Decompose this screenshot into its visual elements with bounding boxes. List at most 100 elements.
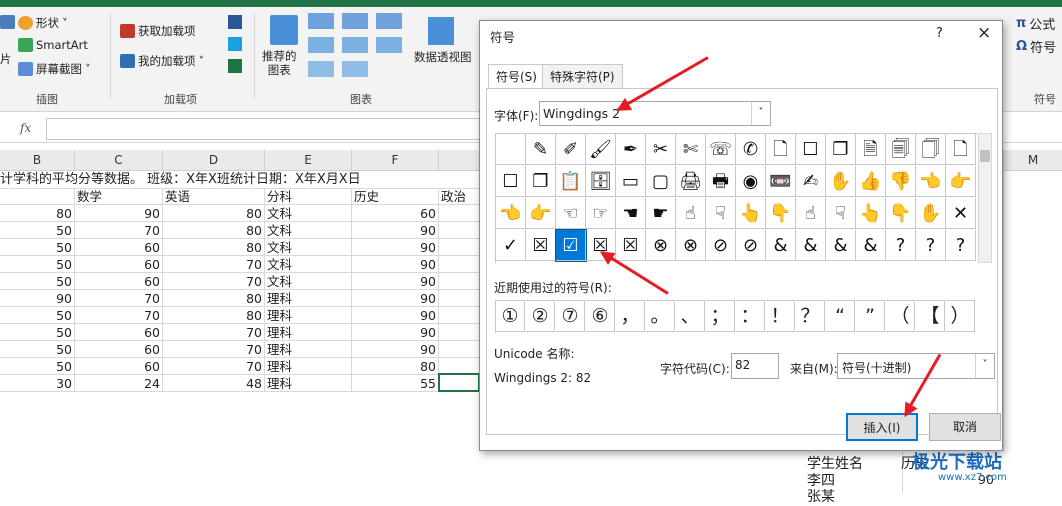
symbol-cell[interactable]: & <box>796 230 826 261</box>
symbol-cell[interactable]: ✂ <box>646 134 676 165</box>
recent-symbol[interactable]: ⑥ <box>586 300 615 332</box>
symbol-cell[interactable]: ✒ <box>616 134 646 165</box>
table-cell[interactable]: 80 <box>163 205 265 222</box>
symbol-cell[interactable]: ☜ <box>556 198 586 229</box>
column-header-b[interactable]: B <box>0 150 75 171</box>
symbol-cell[interactable]: 👍 <box>856 166 886 197</box>
symbol-cell[interactable] <box>496 134 526 165</box>
scatter-chart-icon[interactable] <box>342 61 368 77</box>
table-cell[interactable] <box>439 307 480 324</box>
table-cell[interactable] <box>439 205 480 222</box>
header-cell[interactable]: 英语 <box>163 188 265 205</box>
table-cell[interactable]: 50 <box>0 222 75 239</box>
table-cell[interactable]: 50 <box>0 307 75 324</box>
symbol-cell[interactable]: ▢ <box>646 166 676 197</box>
table-cell[interactable]: 文科 <box>265 256 352 273</box>
table-cell[interactable] <box>439 222 480 239</box>
table-cell[interactable]: 80 <box>163 307 265 324</box>
table-cell[interactable]: 60 <box>75 358 163 375</box>
symbol-cell[interactable]: 🗋 <box>766 134 796 165</box>
column-header-m[interactable]: M <box>1003 150 1062 171</box>
smartart-button[interactable]: SmartArt <box>18 38 88 52</box>
shapes-button[interactable]: 形状 ˅ <box>18 15 68 31</box>
symbol-cell[interactable]: ✆ <box>736 134 766 165</box>
table-cell[interactable]: 90 <box>352 290 439 307</box>
symbol-cell[interactable]: ☒ <box>616 230 646 261</box>
combo-chart-icon[interactable] <box>376 37 402 53</box>
table-cell[interactable]: 90 <box>352 239 439 256</box>
table-cell[interactable]: 70 <box>75 307 163 324</box>
symbol-cell[interactable]: & <box>856 230 886 261</box>
column-header-g[interactable] <box>439 150 479 171</box>
symbol-cell[interactable]: 👆 <box>856 198 886 229</box>
table-cell[interactable]: 90 <box>352 222 439 239</box>
symbol-cell[interactable]: 🖨 <box>676 166 706 197</box>
recommended-charts-label[interactable]: 推荐的 图表 <box>262 49 297 77</box>
symbol-cell[interactable]: ☝ <box>676 198 706 229</box>
chevron-down-icon[interactable]: ˅ <box>751 102 770 125</box>
table-cell[interactable] <box>439 324 480 341</box>
table-cell[interactable] <box>439 256 480 273</box>
symbol-cell[interactable]: ☛ <box>646 198 676 229</box>
table-cell[interactable]: 理科 <box>265 358 352 375</box>
table-cell[interactable]: 90 <box>75 205 163 222</box>
recent-symbol[interactable]: ： <box>736 300 765 332</box>
table-cell[interactable]: 55 <box>352 375 439 392</box>
symbol-cell[interactable]: ⊗ <box>676 230 706 261</box>
symbol-cell[interactable]: ◉ <box>736 166 766 197</box>
table-cell[interactable]: 48 <box>163 375 265 392</box>
symbol-cell[interactable]: ⊘ <box>736 230 766 261</box>
table-cell[interactable]: 70 <box>163 256 265 273</box>
table-cell[interactable]: 90 <box>352 307 439 324</box>
formula-input[interactable] <box>46 118 480 140</box>
symbol-cell[interactable]: 🖌 <box>586 134 616 165</box>
column-header-d[interactable]: D <box>163 150 265 171</box>
symbol-cell[interactable]: ✄ <box>676 134 706 165</box>
symbol-cell[interactable]: ✋ <box>916 198 946 229</box>
formula-button[interactable]: π 公式 <box>1016 14 1055 33</box>
recent-symbol[interactable]: ” <box>856 300 885 332</box>
table-cell[interactable]: 90 <box>0 290 75 307</box>
table-cell[interactable]: 理科 <box>265 290 352 307</box>
hierarchy-chart-icon[interactable] <box>342 13 368 29</box>
table-cell[interactable]: 80 <box>163 290 265 307</box>
symbol-cell[interactable]: 🗐 <box>886 134 916 165</box>
table-cell[interactable]: 70 <box>163 273 265 290</box>
column-header-f[interactable]: F <box>352 150 439 171</box>
symbol-cell[interactable]: 🗍 <box>916 134 946 165</box>
symbol-cell[interactable]: 👎 <box>886 166 916 197</box>
symbol-cell[interactable]: ❐ <box>826 134 856 165</box>
header-cell[interactable]: 分科 <box>265 188 352 205</box>
table-cell[interactable]: 70 <box>163 358 265 375</box>
column-header-c[interactable]: C <box>75 150 163 171</box>
help-icon[interactable]: ? <box>936 26 943 41</box>
header-cell[interactable]: 政治 <box>439 188 480 205</box>
table-cell[interactable]: 理科 <box>265 341 352 358</box>
table-cell[interactable]: 70 <box>75 222 163 239</box>
symbol-cell[interactable]: ❐ <box>526 166 556 197</box>
table-cell[interactable]: 60 <box>75 256 163 273</box>
scroll-thumb[interactable] <box>980 150 990 162</box>
symbol-cell[interactable]: 👇 <box>766 198 796 229</box>
bing-icon[interactable] <box>228 37 242 51</box>
line-chart-icon[interactable] <box>308 37 334 53</box>
symbol-cell[interactable]: ☑ <box>555 229 587 262</box>
header-cell[interactable]: 历史 <box>352 188 439 205</box>
symbol-cell[interactable]: 📋 <box>556 166 586 197</box>
table-cell[interactable]: 50 <box>0 358 75 375</box>
fx-icon[interactable]: fx <box>20 121 31 135</box>
symbol-cell[interactable]: ✋ <box>826 166 856 197</box>
symbol-cell[interactable]: ☞ <box>586 198 616 229</box>
symbol-cell[interactable]: ⊗ <box>646 230 676 261</box>
table-cell[interactable]: 80 <box>0 205 75 222</box>
student-name-2[interactable]: 张某 <box>807 486 835 506</box>
column-m-cells[interactable] <box>1003 171 1062 451</box>
table-cell[interactable]: 24 <box>75 375 163 392</box>
people-graph-icon[interactable] <box>228 59 242 73</box>
symbol-cell[interactable]: ? <box>916 230 946 261</box>
spreadsheet-grid[interactable]: 数学 英语 分科 历史 政治 80 90 80 文科 60 50 70 80 文科 90 50 60 80 文科 90… <box>0 171 480 493</box>
table-cell[interactable]: 70 <box>75 290 163 307</box>
symbol-cell[interactable]: 🖶 <box>706 166 736 197</box>
my-addins-button[interactable]: 我的加载项 ˅ <box>120 53 204 69</box>
symbol-cell[interactable]: 📼 <box>766 166 796 197</box>
